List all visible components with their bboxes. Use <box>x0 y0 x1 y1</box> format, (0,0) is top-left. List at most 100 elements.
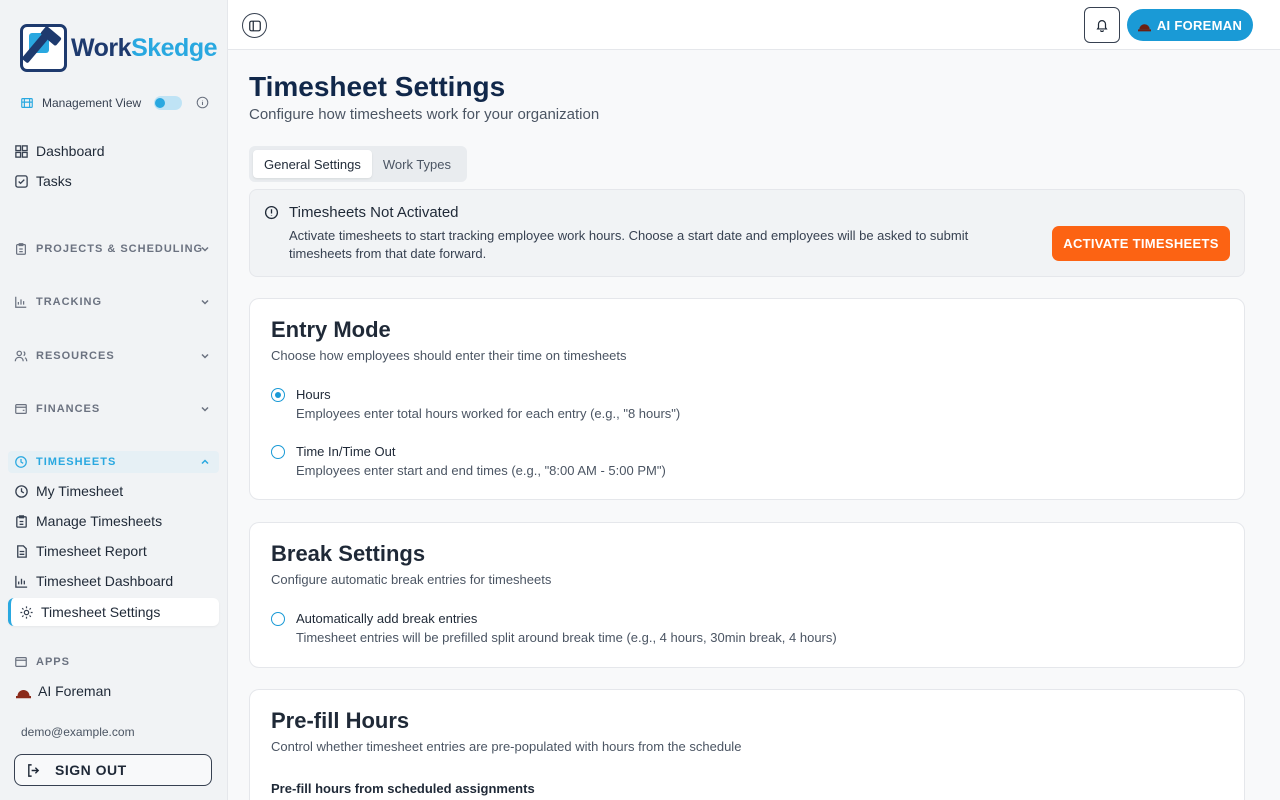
radio-hours[interactable] <box>271 388 285 402</box>
logo-mark-icon <box>20 24 67 72</box>
section-tracking[interactable]: TRACKING <box>8 291 219 313</box>
section-label: FINANCES <box>36 403 101 415</box>
break-settings-card: Break Settings Configure automatic break… <box>249 522 1245 668</box>
card-title: Pre-fill Hours <box>271 708 410 733</box>
sidebar: WorkSkedge Management View Dashboard Tas… <box>0 0 228 800</box>
bell-icon <box>1096 20 1108 32</box>
sidebar-item-timesheet-dashboard[interactable]: Timesheet Dashboard <box>8 567 219 595</box>
top-bar: AI FOREMAN <box>228 0 1280 50</box>
sidebar-item-label: Timesheet Dashboard <box>36 573 174 589</box>
sidebar-item-label: Tasks <box>36 173 72 189</box>
sidebar-item-tasks[interactable]: Tasks <box>8 167 219 195</box>
option-label: Automatically add break entries <box>296 611 478 626</box>
option-label: Hours <box>296 387 331 402</box>
sidebar-item-manage-timesheets[interactable]: Manage Timesheets <box>8 507 219 535</box>
alert-title: Timesheets Not Activated <box>289 204 459 221</box>
radio-time-in-out[interactable] <box>271 445 285 459</box>
logout-icon <box>28 763 40 777</box>
page-title: Timesheet Settings <box>249 71 506 102</box>
management-view-label: Management View <box>42 96 142 110</box>
management-view-row: Management View <box>20 94 212 112</box>
clock-icon <box>15 456 27 468</box>
sidebar-item-label: My Timesheet <box>36 483 124 499</box>
option-label: Time In/Time Out <box>296 444 396 459</box>
ai-foreman-button[interactable]: AI FOREMAN <box>1127 9 1253 41</box>
section-label: PROJECTS & SCHEDULING <box>36 243 204 255</box>
hard-hat-icon <box>1137 23 1151 31</box>
tab-general-settings[interactable]: General Settings <box>253 150 372 178</box>
activation-alert: Timesheets Not Activated Activate timesh… <box>249 189 1245 277</box>
sidebar-toggle-icon <box>248 20 261 31</box>
hard-hat-icon <box>16 689 31 698</box>
building-icon <box>21 98 33 108</box>
chevron-down-icon <box>201 246 209 252</box>
sidebar-item-ai-foreman[interactable]: AI Foreman <box>8 677 219 705</box>
alert-circle-icon <box>264 205 279 220</box>
sidebar-item-timesheet-settings[interactable]: Timesheet Settings <box>8 598 219 626</box>
section-label: APPS <box>36 656 70 668</box>
checkbox-icon <box>15 174 28 188</box>
brand-logo[interactable]: WorkSkedge <box>20 24 217 72</box>
card-subtitle: Configure automatic break entries for ti… <box>271 572 552 587</box>
document-icon <box>17 544 27 558</box>
wallet-icon <box>15 404 27 414</box>
sidebar-item-label: AI Foreman <box>38 683 112 699</box>
section-timesheets[interactable]: TIMESHEETS <box>8 451 219 473</box>
sidebar-item-label: Manage Timesheets <box>36 513 163 529</box>
sidebar-item-my-timesheet[interactable]: My Timesheet <box>8 477 219 505</box>
brand-name: WorkSkedge <box>71 33 217 62</box>
sidebar-item-label: Dashboard <box>36 143 105 159</box>
prefill-hours-card: Pre-fill Hours Control whether timesheet… <box>249 689 1245 800</box>
card-subtitle: Control whether timesheet entries are pr… <box>271 739 742 754</box>
page-subtitle: Configure how timesheets work for your o… <box>249 106 600 123</box>
bar-chart-icon <box>15 575 28 588</box>
option-description: Employees enter total hours worked for e… <box>296 406 681 421</box>
user-email: demo@example.com <box>21 725 135 739</box>
break-option-auto: Automatically add break entries Timeshee… <box>271 610 1171 650</box>
info-icon[interactable] <box>196 96 209 109</box>
card-title: Entry Mode <box>271 317 391 342</box>
clipboard-icon <box>16 514 27 528</box>
section-label: TRACKING <box>36 296 103 308</box>
chevron-down-icon <box>201 299 209 305</box>
settings-tabs: General Settings Work Types <box>249 146 467 182</box>
chevron-up-icon <box>201 459 209 465</box>
entry-mode-option-hours: Hours Employees enter total hours worked… <box>271 386 1171 426</box>
sidebar-item-timesheet-report[interactable]: Timesheet Report <box>8 537 219 565</box>
sign-out-button[interactable]: SIGN OUT <box>14 754 212 786</box>
window-icon <box>15 657 27 667</box>
sidebar-item-dashboard[interactable]: Dashboard <box>8 137 219 165</box>
card-subtitle: Choose how employees should enter their … <box>271 348 627 363</box>
entry-mode-option-time-in-out: Time In/Time Out Employees enter start a… <box>271 443 1171 483</box>
option-description: Employees enter start and end times (e.g… <box>296 463 666 478</box>
sidebar-toggle-button[interactable] <box>242 13 267 38</box>
activate-timesheets-button[interactable]: ACTIVATE TIMESHEETS <box>1052 226 1230 261</box>
sidebar-item-label: Timesheet Report <box>36 543 147 559</box>
management-view-toggle[interactable] <box>154 96 182 110</box>
section-finances[interactable]: FINANCES <box>8 398 219 420</box>
ai-foreman-label: AI FOREMAN <box>1156 17 1243 33</box>
alert-body: Activate timesheets to start tracking em… <box>289 228 969 261</box>
notifications-button[interactable] <box>1084 7 1120 43</box>
gear-icon <box>20 605 33 619</box>
users-icon <box>14 350 28 362</box>
bar-chart-icon <box>15 296 27 308</box>
card-title: Break Settings <box>271 541 426 566</box>
sidebar-item-label: Timesheet Settings <box>41 604 161 620</box>
clipboard-icon <box>16 243 26 255</box>
grid-icon <box>15 144 28 158</box>
prefill-field-label: Pre-fill hours from scheduled assignment… <box>271 781 535 796</box>
sign-out-label: SIGN OUT <box>55 762 127 778</box>
section-label: RESOURCES <box>36 350 115 362</box>
main-content: Timesheet Settings Configure how timeshe… <box>228 51 1280 800</box>
clock-icon <box>15 484 28 498</box>
chevron-down-icon <box>201 406 209 412</box>
section-resources[interactable]: RESOURCES <box>8 345 219 367</box>
radio-auto-break[interactable] <box>271 612 285 626</box>
chevron-down-icon <box>201 353 209 359</box>
tab-work-types[interactable]: Work Types <box>372 150 462 178</box>
section-label: TIMESHEETS <box>36 456 117 468</box>
section-apps[interactable]: APPS <box>8 651 219 673</box>
section-projects-scheduling[interactable]: PROJECTS & SCHEDULING <box>8 238 219 260</box>
entry-mode-card: Entry Mode Choose how employees should e… <box>249 298 1245 500</box>
